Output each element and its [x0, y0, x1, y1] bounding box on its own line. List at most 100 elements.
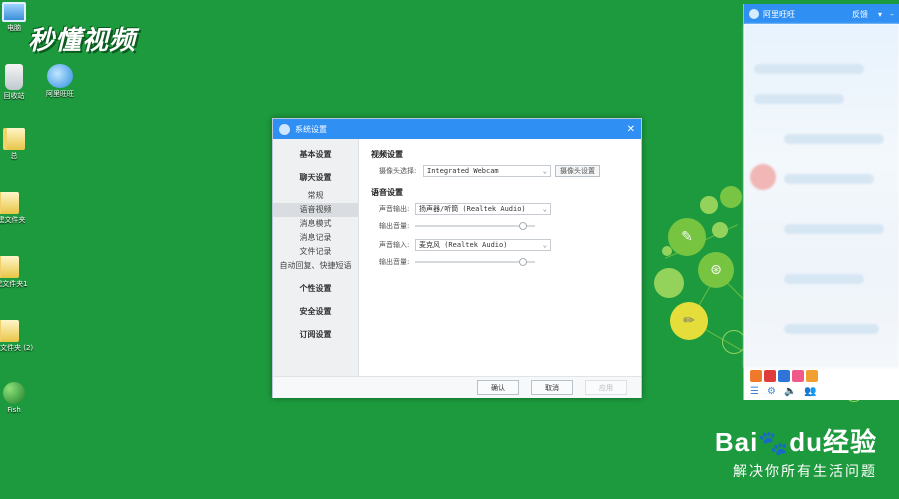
camera-label: 摄像头选择:	[379, 167, 417, 175]
system-settings-dialog: 系统设置 ✕ 基本设置 聊天设置 常规 语音视频 消息模式 消息记录 文件记录 …	[272, 118, 642, 398]
app-shortcut-icon[interactable]	[778, 370, 790, 382]
sidebar-item-subscribe[interactable]: 订阅设置	[273, 323, 358, 346]
settings-content: 视频设置 摄像头选择: Integrated Webcam ⌄ 摄像头设置 语音…	[359, 139, 641, 376]
desktop-icon-label: Fish	[7, 406, 21, 414]
minimize-icon[interactable]: –	[890, 10, 894, 19]
video-watermark: 秒懂视频	[28, 26, 137, 56]
folder-icon	[0, 256, 19, 278]
cancel-button[interactable]: 取消	[531, 380, 573, 395]
decor-circle	[662, 246, 672, 256]
output-device-label: 声音输出:	[379, 205, 410, 213]
desktop-icon-label: 回收站	[3, 92, 25, 100]
input-volume-handle[interactable]	[519, 258, 527, 266]
aliwangwang-logo-icon	[749, 9, 759, 19]
input-device-select[interactable]: 麦克风 (Realtek Audio) ⌄	[415, 239, 551, 251]
ruler-icon: ✎	[681, 229, 693, 245]
fish-icon	[3, 382, 25, 404]
sidebar-item-basic[interactable]: 基本设置	[273, 143, 358, 166]
sidebar-item-voice-video[interactable]: 语音视频	[273, 203, 358, 217]
contacts-icon[interactable]: 👥	[804, 386, 816, 397]
audio-settings-heading: 语音设置	[371, 188, 403, 197]
desktop-icon-new-folder-1[interactable]: 新建文件夹1	[0, 256, 30, 289]
close-icon[interactable]: ✕	[627, 124, 635, 135]
input-device-row: 声音输入: 麦克风 (Realtek Audio) ⌄	[379, 239, 641, 251]
settings-sidebar: 基本设置 聊天设置 常规 语音视频 消息模式 消息记录 文件记录 自动回复、快捷…	[273, 139, 359, 376]
sidebar-item-message-history[interactable]: 消息记录	[273, 231, 358, 245]
gear-icon[interactable]: ⚙	[767, 386, 776, 397]
ok-button[interactable]: 确认	[477, 380, 519, 395]
blurred-row	[784, 134, 884, 144]
aliwangwang-title: 阿里旺旺	[763, 9, 795, 19]
app-shortcut-icon[interactable]	[750, 370, 762, 382]
baidu-logo-text: Bai	[714, 427, 759, 457]
sidebar-item-personal[interactable]: 个性设置	[273, 277, 358, 300]
desktop-icon-new-folder-2[interactable]: 新建文件夹 (2)	[0, 320, 34, 353]
computer-icon	[2, 2, 26, 22]
recycle-bin-icon	[5, 64, 23, 90]
sidebar-item-general[interactable]: 常规	[273, 189, 358, 203]
desktop-icon-fish[interactable]: Fish	[0, 382, 36, 415]
pen-icon: ✏	[683, 313, 695, 329]
output-volume-slider[interactable]	[415, 222, 535, 230]
apply-button[interactable]: 应用	[585, 380, 627, 395]
desktop-icon-label: 阿里旺旺	[46, 90, 74, 98]
desktop-icon-folder[interactable]: 总	[0, 128, 36, 161]
chevron-down-icon: ⌄	[542, 205, 547, 213]
camera-select[interactable]: Integrated Webcam ⌄	[423, 165, 551, 177]
input-volume-row: 输出音量:	[379, 257, 641, 267]
shirt-icon[interactable]: ▾	[878, 10, 882, 19]
sidebar-item-auto-reply[interactable]: 自动回复、快捷短语	[273, 259, 358, 273]
input-device-value: 麦克风 (Realtek Audio)	[419, 241, 508, 249]
camera-settings-button[interactable]: 摄像头设置	[555, 165, 600, 177]
baidu-logo: Bai🐾du经验	[715, 422, 877, 459]
output-device-select[interactable]: 扬声器/听筒 (Realtek Audio) ⌄	[415, 203, 551, 215]
app-shortcut-icon[interactable]	[806, 370, 818, 382]
feedback-link[interactable]: 反馈	[852, 9, 868, 20]
aliwangwang-header[interactable]: 阿里旺旺 反馈 ▾ –	[744, 4, 899, 24]
output-volume-label: 输出音量:	[379, 222, 410, 230]
dialog-titlebar[interactable]: 系统设置 ✕	[273, 119, 641, 139]
camera-select-value: Integrated Webcam	[427, 167, 499, 175]
app-shortcut-icon[interactable]	[792, 370, 804, 382]
decor-circle	[700, 196, 718, 214]
video-settings-heading: 视频设置	[371, 150, 403, 159]
output-volume-handle[interactable]	[519, 222, 527, 230]
input-device-label: 声音输入:	[379, 241, 410, 249]
desktop-icon-aliwangwang[interactable]: 阿里旺旺	[38, 64, 82, 99]
desktop-icon-recycle-bin[interactable]: 回收站	[0, 64, 36, 101]
input-volume-slider[interactable]	[415, 258, 535, 266]
desktop-icon-label: 新建文件夹 (2)	[0, 344, 34, 352]
blurred-row	[784, 274, 864, 284]
sidebar-item-security[interactable]: 安全设置	[273, 300, 358, 323]
desktop-icon-label: 新建文件夹1	[0, 280, 28, 288]
desktop-icon-label: 新建文件夹	[0, 216, 26, 224]
sidebar-item-chat[interactable]: 聊天设置	[273, 166, 358, 189]
chevron-down-icon: ⌄	[542, 167, 547, 175]
decor-circle-ruler: ✎	[668, 218, 706, 256]
decor-circle-pen: ✏	[670, 302, 708, 340]
desktop-icon-label: 电脑	[7, 24, 21, 32]
app-shortcut-icon[interactable]	[764, 370, 776, 382]
sidebar-item-file-history[interactable]: 文件记录	[273, 245, 358, 259]
camera-row: 摄像头选择: Integrated Webcam ⌄ 摄像头设置	[379, 165, 641, 177]
tag-icon: ⊛	[710, 262, 722, 278]
desktop-icon-new-folder[interactable]: 新建文件夹	[0, 192, 30, 225]
menu-icon[interactable]: ☰	[750, 386, 759, 397]
decor-circle-settings: ⊛	[698, 252, 734, 288]
blurred-row	[754, 94, 844, 104]
baidu-paw-icon: 🐾	[758, 430, 790, 457]
baidu-jingyan-watermark: Bai🐾du经验 解决你所有生活问题	[715, 422, 877, 481]
blurred-row	[754, 64, 864, 74]
blurred-avatar	[750, 164, 776, 190]
sidebar-item-message-mode[interactable]: 消息模式	[273, 217, 358, 231]
chevron-down-icon: ⌄	[542, 241, 547, 249]
aliwangwang-panel: 阿里旺旺 反馈 ▾ – ☰ ⚙ 🔈 👥	[743, 4, 899, 400]
folder-icon	[3, 128, 25, 150]
decor-circle	[654, 268, 684, 298]
dialog-footer: 确认 取消 应用	[273, 376, 641, 398]
bottom-toolbar: ☰ ⚙ 🔈 👥	[750, 386, 825, 397]
input-volume-label: 输出音量:	[379, 258, 410, 266]
speaker-icon[interactable]: 🔈	[784, 386, 796, 397]
blurred-row	[784, 224, 884, 234]
desktop-icon-computer[interactable]: 电脑	[0, 2, 36, 33]
